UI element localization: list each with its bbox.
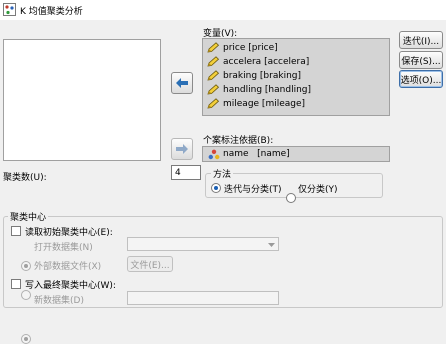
read-initial-checkbox[interactable] [11,226,21,236]
variable-item-label: braking [braking] [223,70,301,81]
iterate-classify-radio[interactable] [211,183,221,193]
scale-pencil-icon [207,42,220,53]
new-dataset-radio[interactable] [21,334,31,344]
nominal-variable-icon [208,149,220,159]
arrow-right-icon [176,144,188,154]
move-to-case-label-button[interactable] [171,138,193,160]
iterate-button[interactable]: 迭代(I)... [399,31,443,49]
external-file-label: 外部数据文件(X) [34,262,102,272]
variable-item-label: price [price] [223,42,278,53]
scale-pencil-icon [207,84,220,95]
case-label-value: name [name] [223,149,290,159]
file-button[interactable]: 文件(E)... [127,256,173,272]
window-title: K 均值聚类分析 [20,7,83,17]
read-initial-label: 读取初始聚类中心(E): [25,228,113,238]
method-group-title: 方法 [211,167,234,180]
variables-target-list[interactable]: price [price] accelera [accelera] brakin… [202,38,390,116]
chevron-down-icon [268,243,275,247]
external-file-radio[interactable] [21,290,31,300]
variable-item-label: mileage [mileage] [223,98,306,109]
scale-pencil-icon [207,98,220,109]
iterate-classify-label: 迭代与分类(T) [224,185,282,195]
scale-pencil-icon [207,56,220,67]
variable-item[interactable]: accelera [accelera] [207,55,309,68]
variable-item[interactable]: braking [braking] [207,69,301,82]
classify-only-radio[interactable] [286,193,296,203]
case-label-field[interactable]: name [name] [202,146,390,162]
write-final-label: 写入最终聚类中心(W): [25,281,116,291]
variable-item[interactable]: mileage [mileage] [207,97,305,110]
arrow-left-icon [176,78,188,88]
open-dataset-combo[interactable] [127,237,279,251]
scale-pencil-icon [207,70,220,81]
save-button[interactable]: 保存(S)... [399,51,443,69]
new-dataset-label: 新数据集(D) [34,296,84,306]
variable-item[interactable]: handling [handling] [207,83,311,96]
variable-item-label: handling [handling] [223,84,311,95]
case-label-label: 个案标注依据(B): [203,136,274,146]
cluster-centers-title: 聚类中心 [8,210,49,223]
open-dataset-radio[interactable] [21,261,31,271]
write-final-checkbox[interactable] [11,279,21,289]
open-dataset-label: 打开数据集(N) [34,243,93,253]
clusters-label: 聚类数(U): [3,173,47,183]
kmeans-app-icon [3,3,16,16]
options-button[interactable]: 选项(O)... [399,70,443,88]
classify-only-label: 仅分类(Y) [298,185,338,195]
source-variable-list[interactable] [3,39,161,161]
variable-item[interactable]: price [price] [207,41,278,54]
variable-item-label: accelera [accelera] [223,56,310,67]
clusters-input[interactable]: 4 [171,165,201,180]
move-to-variables-button[interactable] [171,72,193,94]
